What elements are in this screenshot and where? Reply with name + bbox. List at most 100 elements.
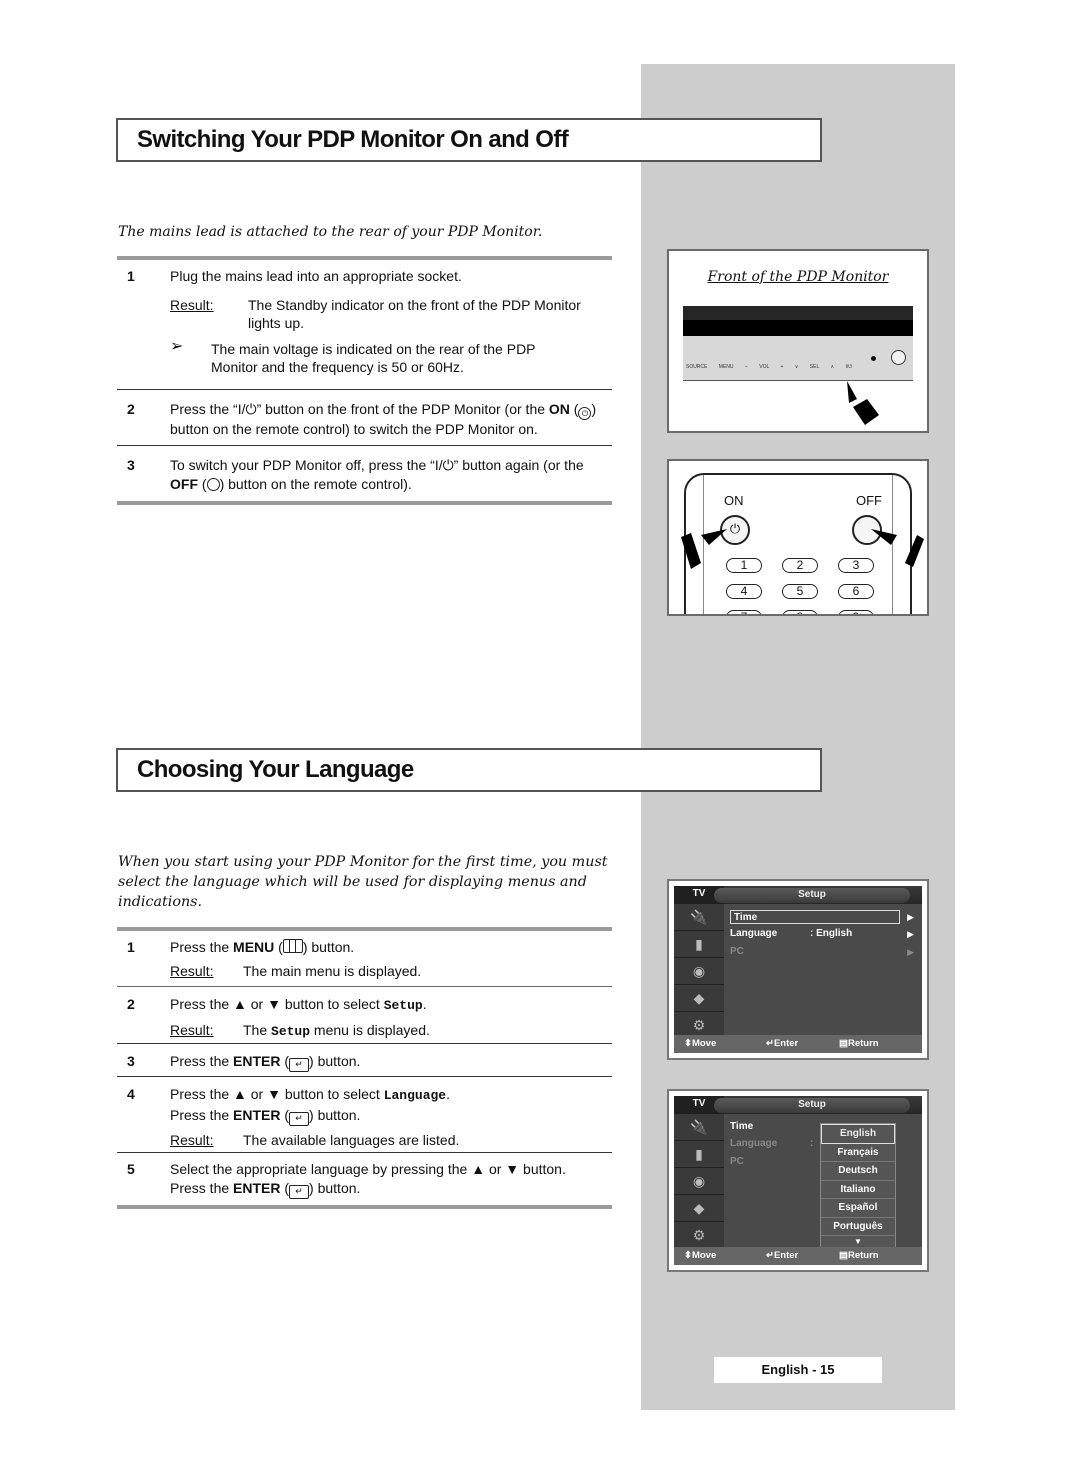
remote-key-8[interactable]: 8	[782, 610, 818, 614]
step-text: (	[274, 939, 283, 955]
figure-caption: Front of the PDP Monitor	[707, 269, 889, 285]
language-option-portugues[interactable]: Português	[821, 1218, 895, 1236]
on-label: ON	[724, 493, 744, 508]
return-hint: ▤ Return	[839, 1250, 879, 1261]
osd-footer: ⬍ Move ↵ Enter ▤ Return	[674, 1035, 922, 1053]
enter-key-label: ENTER	[233, 1106, 281, 1123]
step-number: 5	[127, 1161, 135, 1177]
on-label: ON	[548, 401, 570, 417]
submenu-arrow-icon: ▶	[907, 947, 914, 957]
step-text: ” button again (or the	[453, 457, 584, 473]
front-panel-figure: Front of the PDP Monitor SOURCE MENU − V…	[667, 249, 929, 433]
menu-name: Setup	[383, 998, 423, 1013]
picture-icon[interactable]: ▮	[674, 931, 724, 958]
enter-icon: ↵	[289, 1111, 310, 1126]
section-title-text: Switching Your PDP Monitor On and Off	[137, 126, 569, 153]
divider	[117, 389, 612, 390]
step-1: 1 Plug the mains lead into an appropriat…	[117, 267, 612, 387]
osd-menu-title: Setup	[714, 1098, 910, 1113]
result-label: Result:	[170, 296, 214, 313]
language-option-deutsch[interactable]: Deutsch	[821, 1162, 895, 1181]
step-text: Press the	[170, 1053, 234, 1069]
page-number-label: English - 15	[714, 1357, 882, 1383]
language-option-espanol[interactable]: Español	[821, 1199, 895, 1218]
monitor-control-strip: SOURCE MENU − VOL + ∨ SEL ∧ I/⏻	[683, 336, 913, 381]
result-text: The Standby indicator on the front of th…	[248, 296, 581, 332]
pointer-arrow-icon	[681, 529, 727, 569]
divider	[117, 927, 612, 931]
step-text: .	[422, 996, 427, 1012]
osd-item-language[interactable]: Language:	[730, 1137, 813, 1151]
remote-key-1[interactable]: 1	[726, 558, 762, 573]
standby-indicator	[871, 356, 876, 361]
step-4: 4 Press the ▲ or ▼ button to select Lang…	[117, 1085, 612, 1148]
osd-item-time[interactable]: Time	[730, 910, 900, 924]
enter-hint: ↵ Enter	[766, 1250, 799, 1261]
control-label: MENU	[718, 364, 734, 370]
language-dropdown: English Français Deutsch Italiano Españo…	[820, 1123, 896, 1249]
remote-key-9[interactable]: 9	[838, 610, 874, 614]
menu-icon	[282, 939, 303, 953]
menu-key-label: MENU	[233, 939, 275, 955]
step-number: 3	[127, 1053, 135, 1069]
step-3: 3 To switch your PDP Monitor off, press …	[117, 456, 612, 496]
language-option-francais[interactable]: Français	[821, 1144, 895, 1162]
step-2: 2 Press the “I/⏻” button on the front of…	[117, 400, 612, 440]
sound-icon[interactable]: ◉	[674, 1168, 724, 1195]
osd-language-value: : English	[810, 928, 853, 939]
section-title-text: Choosing Your Language	[137, 756, 414, 783]
language-option-italiano[interactable]: Italiano	[821, 1181, 895, 1199]
result-row: Result: The Standby indicator on the fro…	[170, 296, 612, 334]
step-text: (	[569, 401, 579, 417]
sound-icon[interactable]: ◉	[674, 958, 724, 985]
pointer-arrow-icon	[871, 529, 924, 567]
section-intro: When you start using your PDP Monitor fo…	[118, 854, 608, 910]
picture-icon[interactable]: ▮	[674, 1141, 724, 1168]
remote-key-5[interactable]: 5	[782, 584, 818, 599]
arrow-pointer-icon: ➢	[170, 337, 184, 355]
input-icon[interactable]: 🔌	[674, 1114, 724, 1141]
step-3: 3 Press the ENTER (↵) button.	[117, 1052, 612, 1072]
note-text: The main voltage is indicated on the rea…	[211, 340, 536, 376]
step-text: Press the “	[170, 401, 238, 417]
input-icon[interactable]: 🔌	[674, 904, 724, 931]
control-label: ∨ SEL ∧	[794, 364, 835, 370]
divider	[117, 986, 612, 987]
osd-category-icons: 🔌 ▮ ◉ ◆ ⚙	[674, 1114, 724, 1247]
step-number: 1	[127, 268, 135, 284]
step-number: 2	[127, 996, 135, 1012]
remote-key-3[interactable]: 3	[838, 558, 874, 573]
control-label: − VOL +	[744, 364, 784, 370]
setup-icon[interactable]: ⚙	[674, 1222, 724, 1248]
step-text: To switch your PDP Monitor off, press th…	[170, 457, 435, 473]
osd-item-pc[interactable]: PC	[730, 1155, 744, 1169]
remote-key-7[interactable]: 7	[726, 610, 762, 614]
channel-icon[interactable]: ◆	[674, 985, 724, 1012]
osd-category-icons: 🔌 ▮ ◉ ◆ ⚙	[674, 904, 724, 1035]
enter-icon: ↵	[289, 1184, 310, 1199]
submenu-arrow-icon: ▶	[907, 912, 914, 922]
channel-icon[interactable]: ◆	[674, 1195, 724, 1222]
result-label: Result:	[170, 962, 214, 979]
step-text: .	[446, 1086, 451, 1102]
step-text: ) button on the remote control).	[219, 475, 412, 492]
step-1: 1 Press the MENU () button. Result: The m…	[117, 938, 612, 982]
control-label: I/⏻	[845, 364, 853, 370]
step-2: 2 Press the ▲ or ▼ button to select Setu…	[117, 995, 612, 1039]
section-intro: The mains lead is attached to the rear o…	[118, 224, 543, 240]
step-text: Plug the mains lead into an appropriate …	[170, 268, 462, 284]
remote-key-2[interactable]: 2	[782, 558, 818, 573]
remote-key-6[interactable]: 6	[838, 584, 874, 599]
osd-item-time[interactable]: Time	[730, 1120, 753, 1134]
off-label: OFF	[856, 493, 882, 508]
osd-item-language[interactable]: Language: English	[730, 927, 852, 941]
step-text: Press the	[170, 1179, 234, 1196]
step-text: ) button.	[302, 939, 355, 955]
osd-footer: ⬍ Move ↵ Enter ▤ Return	[674, 1247, 922, 1265]
off-label: OFF	[170, 475, 198, 492]
osd-item-pc[interactable]: PC	[730, 945, 744, 959]
remote-key-4[interactable]: 4	[726, 584, 762, 599]
remote-figure: ON OFF ⏻ 123456789	[667, 459, 929, 616]
language-option-english[interactable]: English	[821, 1124, 895, 1144]
divider	[117, 1043, 612, 1044]
